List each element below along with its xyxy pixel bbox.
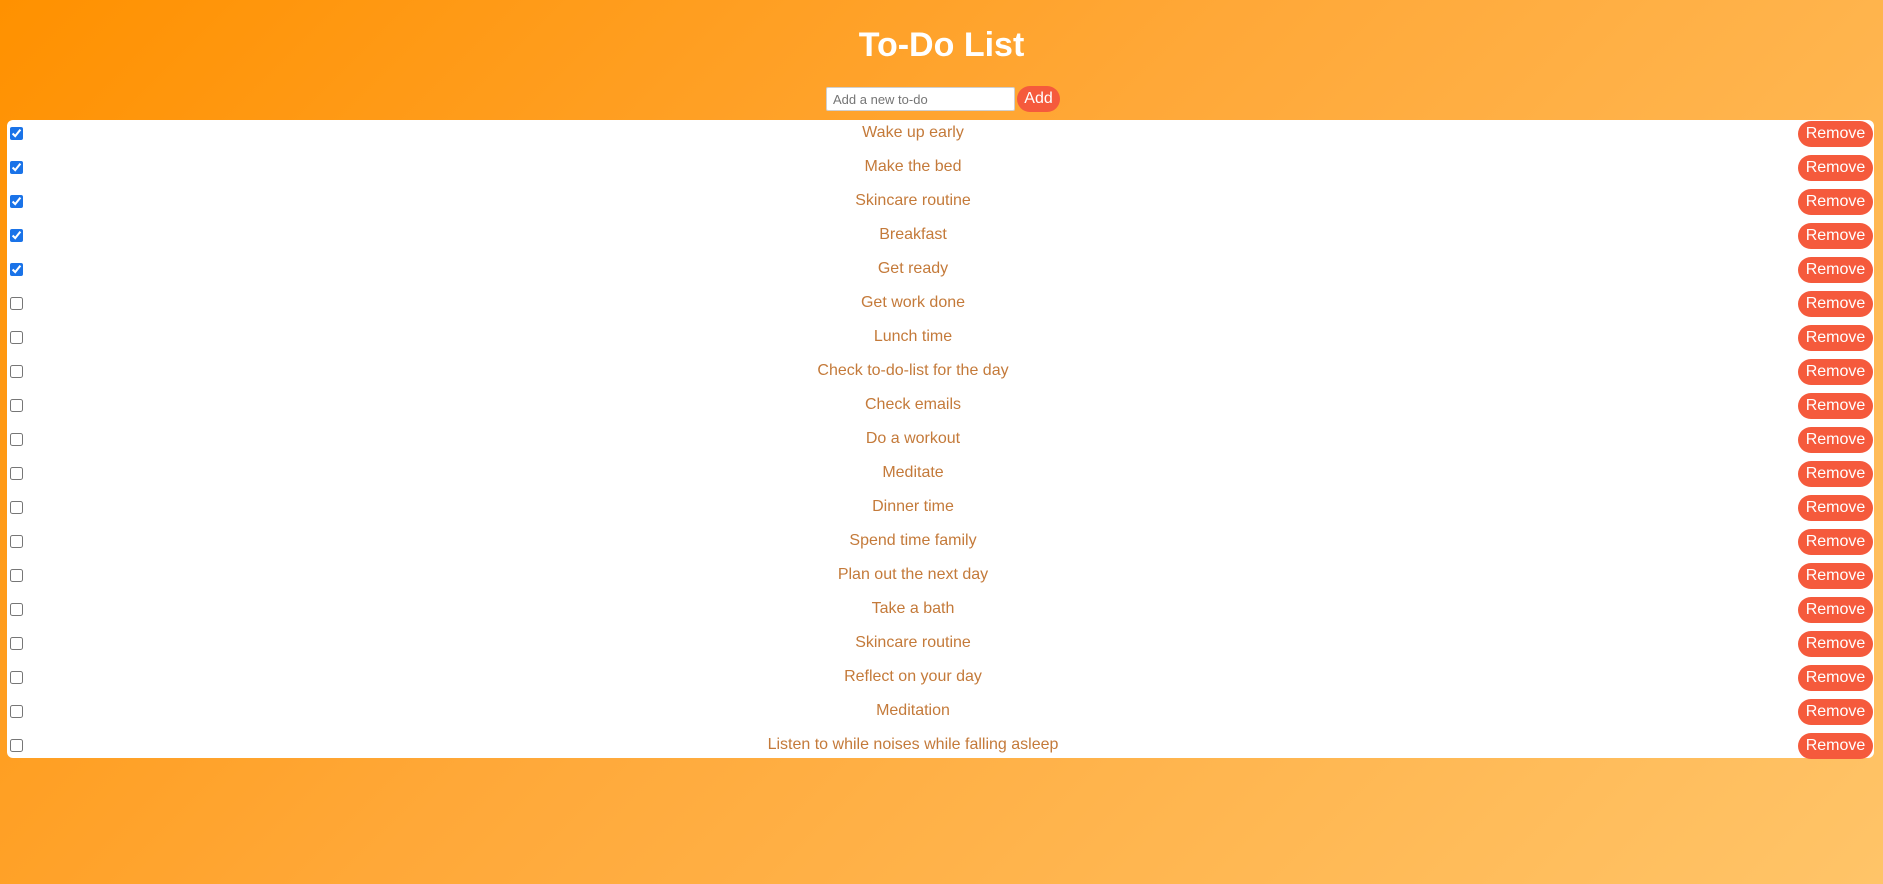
remove-button[interactable]: Remove [1798, 699, 1873, 725]
todo-item: Spend time family Remove [7, 529, 1874, 563]
remove-button[interactable]: Remove [1798, 563, 1873, 589]
remove-button[interactable]: Remove [1798, 393, 1873, 419]
todo-item: Get work done Remove [7, 291, 1874, 325]
remove-button[interactable]: Remove [1798, 529, 1873, 555]
todo-item: Meditation Remove [7, 699, 1874, 733]
todo-label: Breakfast [879, 226, 947, 243]
todo-label: Meditation [876, 702, 950, 719]
todo-item: Check to-do-list for the day Remove [7, 359, 1874, 393]
remove-button[interactable]: Remove [1798, 665, 1873, 691]
todo-item: Meditate Remove [7, 461, 1874, 495]
remove-button[interactable]: Remove [1798, 257, 1873, 283]
todo-item: Reflect on your day Remove [7, 665, 1874, 699]
todo-label: Meditate [882, 464, 944, 481]
todo-label: Make the bed [864, 158, 962, 175]
todo-label: Lunch time [873, 328, 953, 345]
todo-item: Skincare routine Remove [7, 631, 1874, 665]
remove-button[interactable]: Remove [1798, 427, 1873, 453]
todo-item: Plan out the next day Remove [7, 563, 1874, 597]
remove-button[interactable]: Remove [1798, 291, 1873, 317]
add-todo-form: Add [826, 86, 1060, 112]
remove-button[interactable]: Remove [1798, 155, 1873, 181]
remove-button[interactable]: Remove [1798, 461, 1873, 487]
new-todo-input[interactable] [826, 87, 1015, 111]
remove-button[interactable]: Remove [1798, 733, 1873, 759]
todo-label: Do a workout [865, 430, 961, 447]
todo-item: Skincare routine Remove [7, 189, 1874, 223]
todo-list: Wake up early Remove Make the bed Remove Ski… [7, 120, 1874, 759]
page-title: To-Do List [858, 26, 1025, 64]
todo-item: Make the bed Remove [7, 155, 1874, 189]
todo-label: Plan out the next day [837, 566, 989, 583]
todo-item: Get ready Remove [7, 257, 1874, 291]
todo-item: Dinner time Remove [7, 495, 1874, 529]
todo-label: Get work done [860, 294, 966, 311]
todo-item: Breakfast Remove [7, 223, 1874, 257]
todo-label: Wake up early [862, 124, 964, 141]
remove-button[interactable]: Remove [1798, 223, 1873, 249]
todo-label: Skincare routine [855, 634, 971, 651]
remove-button[interactable]: Remove [1798, 597, 1873, 623]
todo-item: Listen to while noises while falling asl… [7, 733, 1874, 767]
todo-label: Check emails [864, 396, 962, 413]
todo-label: Check to-do-list for the day [817, 362, 1009, 379]
todo-label: Reflect on your day [844, 668, 982, 685]
remove-button[interactable]: Remove [1798, 189, 1873, 215]
remove-button[interactable]: Remove [1798, 359, 1873, 385]
todo-label: Listen to while noises while falling asl… [767, 736, 1059, 753]
remove-button[interactable]: Remove [1798, 121, 1873, 147]
todo-label: Dinner time [872, 498, 954, 515]
todo-label: Skincare routine [855, 192, 971, 209]
todo-item: Wake up early Remove [7, 121, 1874, 155]
todo-label: Get ready [877, 260, 949, 277]
todo-label: Take a bath [871, 600, 955, 617]
remove-button[interactable]: Remove [1798, 325, 1873, 351]
todo-item: Lunch time Remove [7, 325, 1874, 359]
remove-button[interactable]: Remove [1798, 631, 1873, 657]
add-button[interactable]: Add [1017, 86, 1060, 112]
todo-item: Do a workout Remove [7, 427, 1874, 461]
todo-item: Check emails Remove [7, 393, 1874, 427]
todo-label: Spend time family [849, 532, 977, 549]
remove-button[interactable]: Remove [1798, 495, 1873, 521]
todo-item: Take a bath Remove [7, 597, 1874, 631]
